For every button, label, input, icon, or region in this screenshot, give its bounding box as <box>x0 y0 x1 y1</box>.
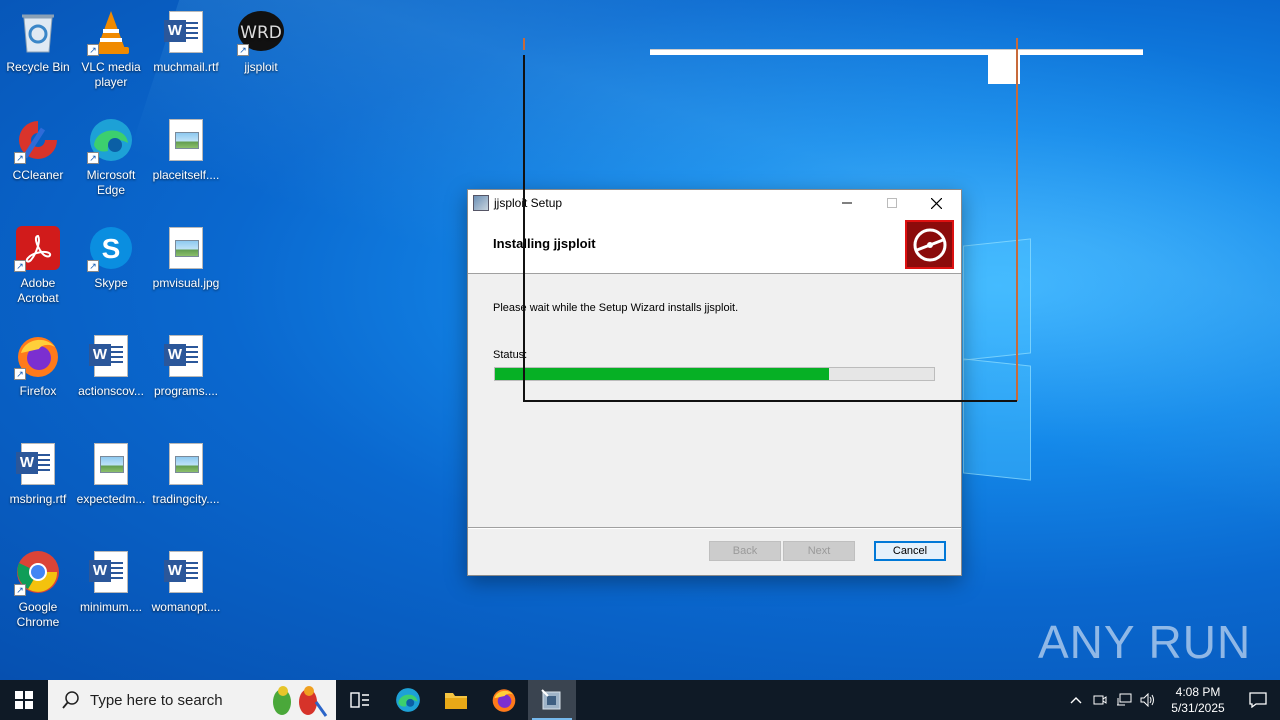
search-placeholder: Type here to search <box>90 691 223 709</box>
search-highlight-parrots-icon <box>273 686 328 717</box>
artifact-line-bottom <box>523 400 1017 402</box>
taskbar: Type here to search 4:08 PM 5/31/2025 <box>0 680 1280 720</box>
chrome-icon[interactable]: ↗ Google Chrome <box>0 548 76 630</box>
ccleaner-icon[interactable]: ↗ CCleaner <box>0 116 76 183</box>
task-view-icon <box>350 692 369 708</box>
edge-icon[interactable]: ↗ Microsoft Edge <box>73 116 149 198</box>
programs-label: programs.... <box>153 384 219 398</box>
msbring-label: msbring.rtf <box>9 492 67 506</box>
actionscov-file-icon[interactable]: W actionscov... <box>73 332 149 399</box>
meet-now-icon[interactable] <box>1088 680 1112 720</box>
network-icon[interactable] <box>1112 680 1136 720</box>
taskbar-file-explorer[interactable] <box>432 680 480 720</box>
jjsploit-icon[interactable]: WRD ↗ jjsploit <box>223 8 299 75</box>
taskbar-setup-installer[interactable] <box>528 680 576 720</box>
svg-text:WRD: WRD <box>240 23 282 43</box>
progress-fill <box>495 368 829 380</box>
setup-app-icon <box>473 195 489 211</box>
dialog-banner: Installing jjsploit <box>468 216 961 274</box>
setup-dialog: jjsploit Setup Installing jjsploit Pleas… <box>467 189 962 576</box>
pmvisual-file-icon[interactable]: pmvisual.jpg <box>148 224 224 291</box>
programs-file-icon[interactable]: W programs.... <box>148 332 224 399</box>
artifact-line-top-left <box>523 38 525 50</box>
muchmail-file-icon[interactable]: W muchmail.rtf <box>148 8 224 75</box>
dialog-heading: Installing jjsploit <box>493 236 596 251</box>
vlc-icon[interactable]: ↗ VLC media player <box>73 8 149 90</box>
artifact-white-bar <box>650 49 1143 55</box>
clock-time: 4:08 PM <box>1175 685 1221 699</box>
skype-icon[interactable]: S ↗ Skype <box>73 224 149 291</box>
artifact-line-left <box>523 55 525 402</box>
muchmail-label: muchmail.rtf <box>153 60 219 74</box>
pmvisual-label: pmvisual.jpg <box>152 276 220 290</box>
tradingcity-label: tradingcity.... <box>152 492 220 506</box>
install-message: Please wait while the Setup Wizard insta… <box>493 302 739 314</box>
dialog-titlebar[interactable]: jjsploit Setup <box>468 190 961 216</box>
chrome-label: Google Chrome <box>16 600 60 629</box>
watermark-text: ANY RUN <box>1038 616 1252 668</box>
edge-label: Microsoft Edge <box>86 168 136 197</box>
folder-icon <box>445 693 467 709</box>
acrobat-label: Adobe Acrobat <box>17 276 59 305</box>
womanopt-file-icon[interactable]: W womanopt.... <box>148 548 224 615</box>
firefox-label: Firefox <box>19 384 57 398</box>
taskbar-search-box[interactable]: Type here to search <box>48 680 336 720</box>
msbring-file-icon[interactable]: W msbring.rtf <box>0 440 76 507</box>
volume-icon[interactable] <box>1136 680 1160 720</box>
footer-divider-highlight <box>468 528 961 529</box>
action-center-button[interactable] <box>1236 680 1280 720</box>
acrobat-icon[interactable]: ↗ Adobe Acrobat <box>0 224 76 306</box>
installer-logo-icon <box>905 220 954 269</box>
actionscov-label: actionscov... <box>78 384 144 398</box>
anyrun-watermark: ANY RUN <box>1038 610 1251 674</box>
skype-label: Skype <box>94 276 128 290</box>
expectedm-file-icon[interactable]: expectedm... <box>73 440 149 507</box>
windows-logo-wallpaper <box>955 230 1035 481</box>
windows-start-icon <box>15 691 33 709</box>
artifact-line-right <box>1016 38 1018 401</box>
maximize-button <box>869 190 914 216</box>
system-tray: 4:08 PM 5/31/2025 <box>1064 680 1280 720</box>
recycle-bin-label: Recycle Bin <box>6 60 70 74</box>
expectedm-label: expectedm... <box>76 492 146 506</box>
show-hidden-icons-chevron-up-icon[interactable] <box>1064 680 1088 720</box>
minimize-button[interactable] <box>824 190 869 216</box>
taskbar-clock[interactable]: 4:08 PM 5/31/2025 <box>1160 684 1236 716</box>
minimum-file-icon[interactable]: W minimum.... <box>73 548 149 615</box>
placeitself-file-icon[interactable]: placeitself.... <box>148 116 224 183</box>
back-button[interactable]: Back <box>709 541 781 561</box>
start-button[interactable] <box>0 680 48 720</box>
placeitself-label: placeitself.... <box>152 168 220 182</box>
firefox-icon[interactable]: ↗ Firefox <box>0 332 76 399</box>
minimum-label: minimum.... <box>79 600 142 614</box>
installer-icon <box>541 689 561 710</box>
recycle-bin-icon[interactable]: Recycle Bin <box>0 8 76 75</box>
womanopt-label: womanopt.... <box>151 600 221 614</box>
jjsploit-label: jjsploit <box>244 60 278 74</box>
edge-icon <box>396 688 420 712</box>
notification-icon <box>1249 692 1267 708</box>
cancel-button[interactable]: Cancel <box>874 541 946 561</box>
close-button[interactable] <box>914 190 959 216</box>
taskbar-edge[interactable] <box>384 680 432 720</box>
taskbar-firefox[interactable] <box>480 680 528 720</box>
firefox-icon <box>492 689 516 712</box>
search-icon <box>62 691 79 709</box>
dialog-title: jjsploit Setup <box>494 196 563 210</box>
task-view-button[interactable] <box>336 680 384 720</box>
tradingcity-file-icon[interactable]: tradingcity.... <box>148 440 224 507</box>
clock-date: 5/31/2025 <box>1171 701 1225 715</box>
ccleaner-label: CCleaner <box>12 168 64 182</box>
install-progress-bar <box>494 367 935 381</box>
vlc-label: VLC media player <box>81 60 141 89</box>
next-button[interactable]: Next <box>783 541 855 561</box>
